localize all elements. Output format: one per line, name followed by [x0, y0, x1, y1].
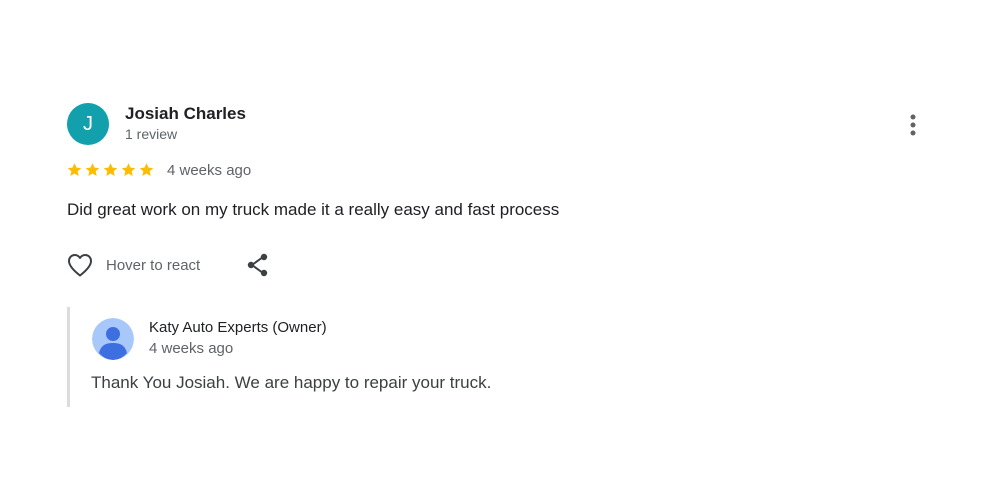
reviewer-avatar[interactable]: J: [67, 103, 109, 145]
reviewer-review-count[interactable]: 1 review: [125, 126, 177, 142]
owner-reply: Katy Auto Experts (Owner) 4 weeks ago Th…: [67, 307, 670, 407]
default-user-avatar-icon: [92, 318, 134, 360]
share-button[interactable]: [245, 252, 271, 278]
share-icon: [247, 253, 268, 277]
star-icon: [139, 163, 154, 176]
owner-reply-text: Thank You Josiah. We are happy to repair…: [91, 373, 492, 392]
owner-avatar: [92, 318, 134, 360]
review-date: 4 weeks ago: [167, 162, 252, 179]
star-icon: [85, 163, 100, 176]
review-card: J Josiah Charles 1 review 4 weeks ago Di…: [0, 0, 1000, 500]
star-icon: [67, 163, 82, 176]
star-rating: [66, 160, 155, 180]
react-button[interactable]: Hover to react: [66, 252, 200, 278]
owner-name: Katy Auto Experts (Owner): [149, 319, 327, 336]
star-icon: [121, 163, 136, 176]
reviewer-avatar-letter: J: [83, 113, 93, 135]
review-text: Did great work on my truck made it a rea…: [67, 200, 560, 219]
heart-outline-icon: [68, 254, 92, 277]
owner-reply-date: 4 weeks ago: [149, 340, 234, 357]
react-label: Hover to react: [106, 256, 201, 274]
reviewer-name[interactable]: Josiah Charles: [125, 104, 246, 124]
star-icon: [103, 163, 118, 176]
more-options-button[interactable]: [900, 110, 926, 140]
more-vertical-icon: [910, 114, 916, 136]
